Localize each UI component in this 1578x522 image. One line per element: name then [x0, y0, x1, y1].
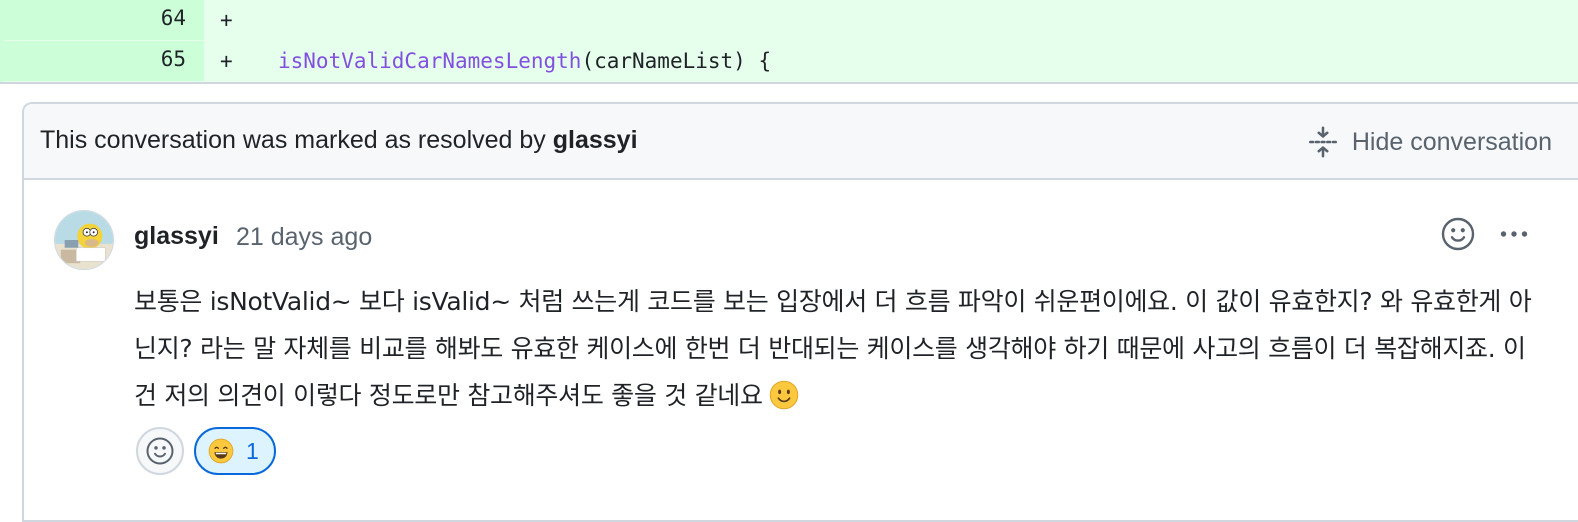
divider: [0, 82, 1578, 84]
line-number: 65: [160, 47, 186, 71]
function-params: (carNameList) {: [581, 49, 772, 73]
add-reaction-button[interactable]: [136, 427, 184, 475]
diff-add-marker: +: [220, 8, 233, 32]
reaction-smile-button[interactable]: 1: [194, 427, 276, 475]
fold-icon: [1308, 126, 1337, 158]
avatar[interactable]: [54, 210, 114, 270]
line-number-gutter[interactable]: 65: [4, 41, 204, 81]
function-name: isNotValidCarNamesLength: [278, 49, 582, 73]
line-number: 64: [160, 6, 186, 30]
avatar-image: [55, 211, 113, 269]
comment-timestamp[interactable]: 21 days ago: [236, 223, 372, 252]
resolved-status: This conversation was marked as resolved…: [40, 126, 638, 154]
comment-author[interactable]: glassyi: [134, 222, 219, 251]
code-text: isNotValidCarNamesLength(carNameList) {: [278, 49, 771, 73]
diff-line: 65 + isNotValidCarNamesLength(carNameLis…: [4, 41, 1578, 81]
hide-conversation-label: Hide conversation: [1351, 127, 1552, 156]
resolved-by-user[interactable]: glassyi: [553, 126, 638, 154]
add-reaction-icon[interactable]: [1440, 216, 1476, 252]
smiley-icon: [146, 437, 174, 465]
diff-add-marker: +: [220, 49, 233, 73]
kebab-menu-icon[interactable]: [1496, 216, 1532, 252]
hide-conversation-button[interactable]: Hide conversation: [1306, 122, 1552, 162]
conversation-header: This conversation was marked as resolved…: [24, 104, 1578, 180]
diff-hunk: 64 + 65 + isNotValidCarNamesLength(carNa…: [0, 0, 1578, 82]
line-number-gutter[interactable]: 64: [4, 0, 204, 40]
diff-line: 64 +: [4, 0, 1578, 40]
grinning-face-icon: [208, 438, 234, 464]
slightly-smiling-face-icon: [769, 380, 798, 410]
comment-body: 보통은 isNotValid~ 보다 isValid~ 처럼 쓰는게 코드를 보…: [134, 287, 1532, 410]
review-conversation: This conversation was marked as resolved…: [22, 102, 1578, 522]
reaction-count: 1: [246, 437, 259, 464]
